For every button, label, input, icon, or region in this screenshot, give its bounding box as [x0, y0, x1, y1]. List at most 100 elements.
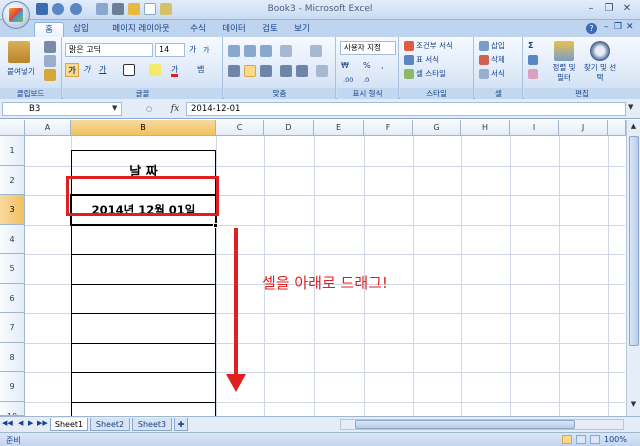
- ribbon-minimize-icon[interactable]: –: [604, 22, 609, 32]
- print-icon[interactable]: [112, 3, 124, 15]
- ribbon-restore-icon[interactable]: ❐: [614, 22, 622, 32]
- select-all-corner[interactable]: [0, 120, 25, 136]
- align-middle-icon[interactable]: [244, 45, 256, 57]
- first-sheet-icon[interactable]: ◀◀: [2, 419, 13, 427]
- row-header-6[interactable]: 6: [0, 284, 25, 313]
- save-icon[interactable]: [36, 3, 48, 15]
- insert-function-button[interactable]: fx: [168, 102, 182, 116]
- fill-icon[interactable]: [528, 55, 538, 65]
- row-header-8[interactable]: 8: [0, 343, 25, 372]
- find-select-button[interactable]: 찾기 및 선택: [582, 63, 618, 83]
- phonetic-button[interactable]: 뱁: [197, 63, 204, 77]
- name-box[interactable]: B3: [2, 102, 122, 116]
- sheet-tab-3[interactable]: Sheet3: [132, 418, 172, 431]
- restore-button[interactable]: ❐: [602, 3, 616, 15]
- borders-icon[interactable]: [123, 64, 135, 76]
- comma-button[interactable]: ,: [381, 59, 384, 73]
- sheet-tab-1[interactable]: Sheet1: [50, 418, 88, 431]
- new-document-icon[interactable]: [144, 3, 156, 15]
- percent-button[interactable]: %: [363, 59, 371, 73]
- tab-data[interactable]: 데이터: [216, 22, 252, 37]
- decrease-indent-icon[interactable]: [280, 65, 292, 77]
- format-cells-button[interactable]: 서식: [491, 67, 505, 81]
- align-left-icon[interactable]: [228, 65, 240, 77]
- column-header-I[interactable]: I: [510, 120, 559, 136]
- row-header-1[interactable]: 1: [0, 136, 25, 166]
- next-sheet-icon[interactable]: ▶: [28, 419, 33, 427]
- row-header-10[interactable]: 10: [0, 402, 25, 416]
- increase-indent-icon[interactable]: [296, 65, 308, 77]
- align-center-icon[interactable]: [244, 65, 256, 77]
- last-sheet-icon[interactable]: ▶▶: [37, 419, 48, 427]
- underline-button[interactable]: 가: [99, 63, 106, 77]
- column-header-G[interactable]: G: [413, 120, 461, 136]
- tab-review[interactable]: 검토: [256, 22, 284, 37]
- grow-font-button[interactable]: 가: [189, 43, 196, 57]
- name-box-dropdown-icon[interactable]: ▼: [112, 104, 117, 112]
- copy-icon[interactable]: [44, 55, 56, 67]
- number-format-select[interactable]: 사용자 지정: [340, 41, 396, 55]
- row-header-4[interactable]: 4: [0, 225, 25, 254]
- delete-cells-button[interactable]: 삭제: [491, 53, 505, 67]
- prev-sheet-icon[interactable]: ◀: [18, 419, 23, 427]
- tab-page-layout[interactable]: 페이지 레이아웃: [100, 22, 182, 37]
- tab-insert[interactable]: 삽입: [66, 22, 96, 37]
- increase-decimal-button[interactable]: .00: [343, 73, 353, 87]
- column-header-B[interactable]: B: [71, 120, 216, 136]
- align-right-icon[interactable]: [260, 65, 272, 77]
- cut-icon[interactable]: [44, 41, 56, 53]
- bold-button[interactable]: 가: [65, 63, 79, 77]
- column-header-E[interactable]: E: [314, 120, 364, 136]
- scroll-thumb[interactable]: [629, 136, 639, 346]
- scroll-down-button[interactable]: ▼: [628, 400, 639, 412]
- align-top-icon[interactable]: [228, 45, 240, 57]
- column-header-A[interactable]: A: [25, 120, 71, 136]
- cell-style-button[interactable]: 셀 스타일: [416, 67, 446, 81]
- row-header-9[interactable]: 9: [0, 372, 25, 402]
- formula-input[interactable]: 2014-12-01: [186, 102, 626, 116]
- print-preview-icon[interactable]: [96, 3, 108, 15]
- close-button[interactable]: ✕: [620, 3, 634, 15]
- normal-view-icon[interactable]: [562, 435, 572, 444]
- paste-button[interactable]: 붙여넣기: [2, 65, 40, 79]
- page-break-view-icon[interactable]: [590, 435, 600, 444]
- email-icon[interactable]: [160, 3, 172, 15]
- font-color-button[interactable]: 가: [171, 63, 179, 77]
- column-header-F[interactable]: F: [364, 120, 413, 136]
- redo-icon[interactable]: [70, 3, 82, 15]
- tab-formulas[interactable]: 수식: [184, 22, 212, 37]
- format-painter-icon[interactable]: [44, 69, 56, 81]
- fill-handle[interactable]: [213, 223, 218, 228]
- h-scroll-thumb[interactable]: [355, 420, 575, 429]
- currency-button[interactable]: ₩: [341, 59, 349, 73]
- orientation-icon[interactable]: [280, 45, 292, 57]
- conditional-format-button[interactable]: 조건부 서식: [416, 39, 453, 53]
- clear-icon[interactable]: [528, 69, 538, 79]
- font-name-select[interactable]: 맑은 고딕: [65, 43, 153, 57]
- wrap-text-icon[interactable]: [310, 45, 322, 57]
- row-header-7[interactable]: 7: [0, 313, 25, 343]
- column-header-K-partial[interactable]: [608, 120, 626, 136]
- tab-home[interactable]: 홈: [34, 22, 64, 37]
- merge-center-icon[interactable]: [316, 65, 328, 77]
- column-header-J[interactable]: J: [559, 120, 608, 136]
- open-folder-icon[interactable]: [128, 3, 140, 15]
- paste-icon[interactable]: [8, 41, 30, 63]
- insert-sheet-icon[interactable]: ✚: [174, 418, 188, 431]
- ribbon-close-icon[interactable]: ✕: [626, 22, 634, 32]
- horizontal-scrollbar[interactable]: [340, 419, 624, 430]
- table-format-button[interactable]: 표 서식: [416, 53, 439, 67]
- zoom-level[interactable]: 100%: [604, 435, 627, 444]
- column-header-D[interactable]: D: [264, 120, 314, 136]
- tab-view[interactable]: 보기: [288, 22, 316, 37]
- insert-cells-button[interactable]: 삽입: [491, 39, 505, 53]
- row-header-5[interactable]: 5: [0, 254, 25, 284]
- font-size-select[interactable]: 14: [155, 43, 185, 57]
- scroll-up-button[interactable]: ▲: [628, 122, 639, 134]
- column-header-H[interactable]: H: [461, 120, 510, 136]
- vertical-scrollbar[interactable]: ▲ ▼: [626, 120, 640, 416]
- minimize-button[interactable]: –: [584, 3, 598, 15]
- italic-button[interactable]: 가: [83, 63, 90, 77]
- row-header-3[interactable]: 3: [0, 195, 25, 225]
- row-header-2[interactable]: 2: [0, 166, 25, 195]
